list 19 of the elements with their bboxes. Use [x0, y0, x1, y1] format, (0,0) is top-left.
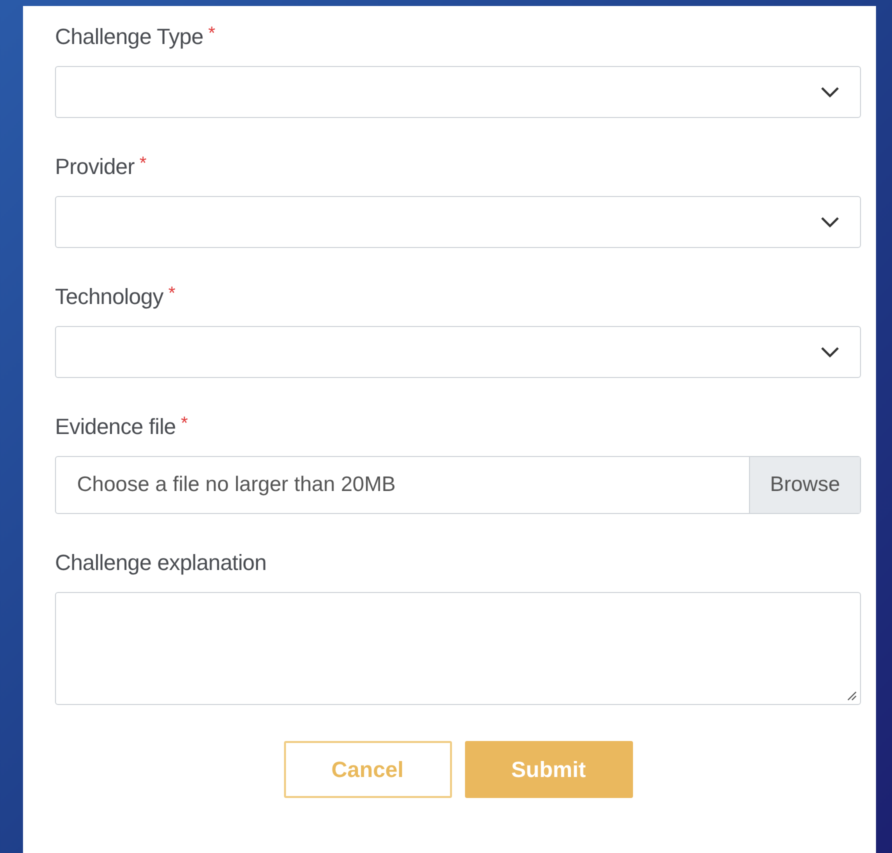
dropdown-field[interactable]	[55, 66, 861, 118]
field-label: Challenge Type	[55, 24, 204, 50]
field-label: Provider	[55, 154, 135, 180]
resize-handle-icon[interactable]	[847, 691, 857, 701]
file-field[interactable]: Choose a file no larger than 20MB Browse	[55, 456, 861, 514]
required-mark: *	[168, 284, 176, 302]
field-label: Technology	[55, 284, 164, 310]
field-label: Evidence file	[55, 414, 176, 440]
chevron-down-icon	[820, 346, 840, 358]
browse-button[interactable]: Browse	[748, 457, 860, 513]
required-mark: *	[180, 414, 188, 432]
chevron-down-icon	[820, 216, 840, 228]
required-mark: *	[140, 154, 147, 172]
dropdown-field[interactable]	[55, 326, 861, 378]
dropdown-field[interactable]	[55, 196, 861, 248]
chevron-down-icon	[820, 86, 840, 98]
required-mark: *	[208, 24, 216, 42]
field-label: Challenge explanation	[55, 550, 266, 576]
file-placeholder: Choose a file no larger than 20MB	[76, 472, 397, 498]
